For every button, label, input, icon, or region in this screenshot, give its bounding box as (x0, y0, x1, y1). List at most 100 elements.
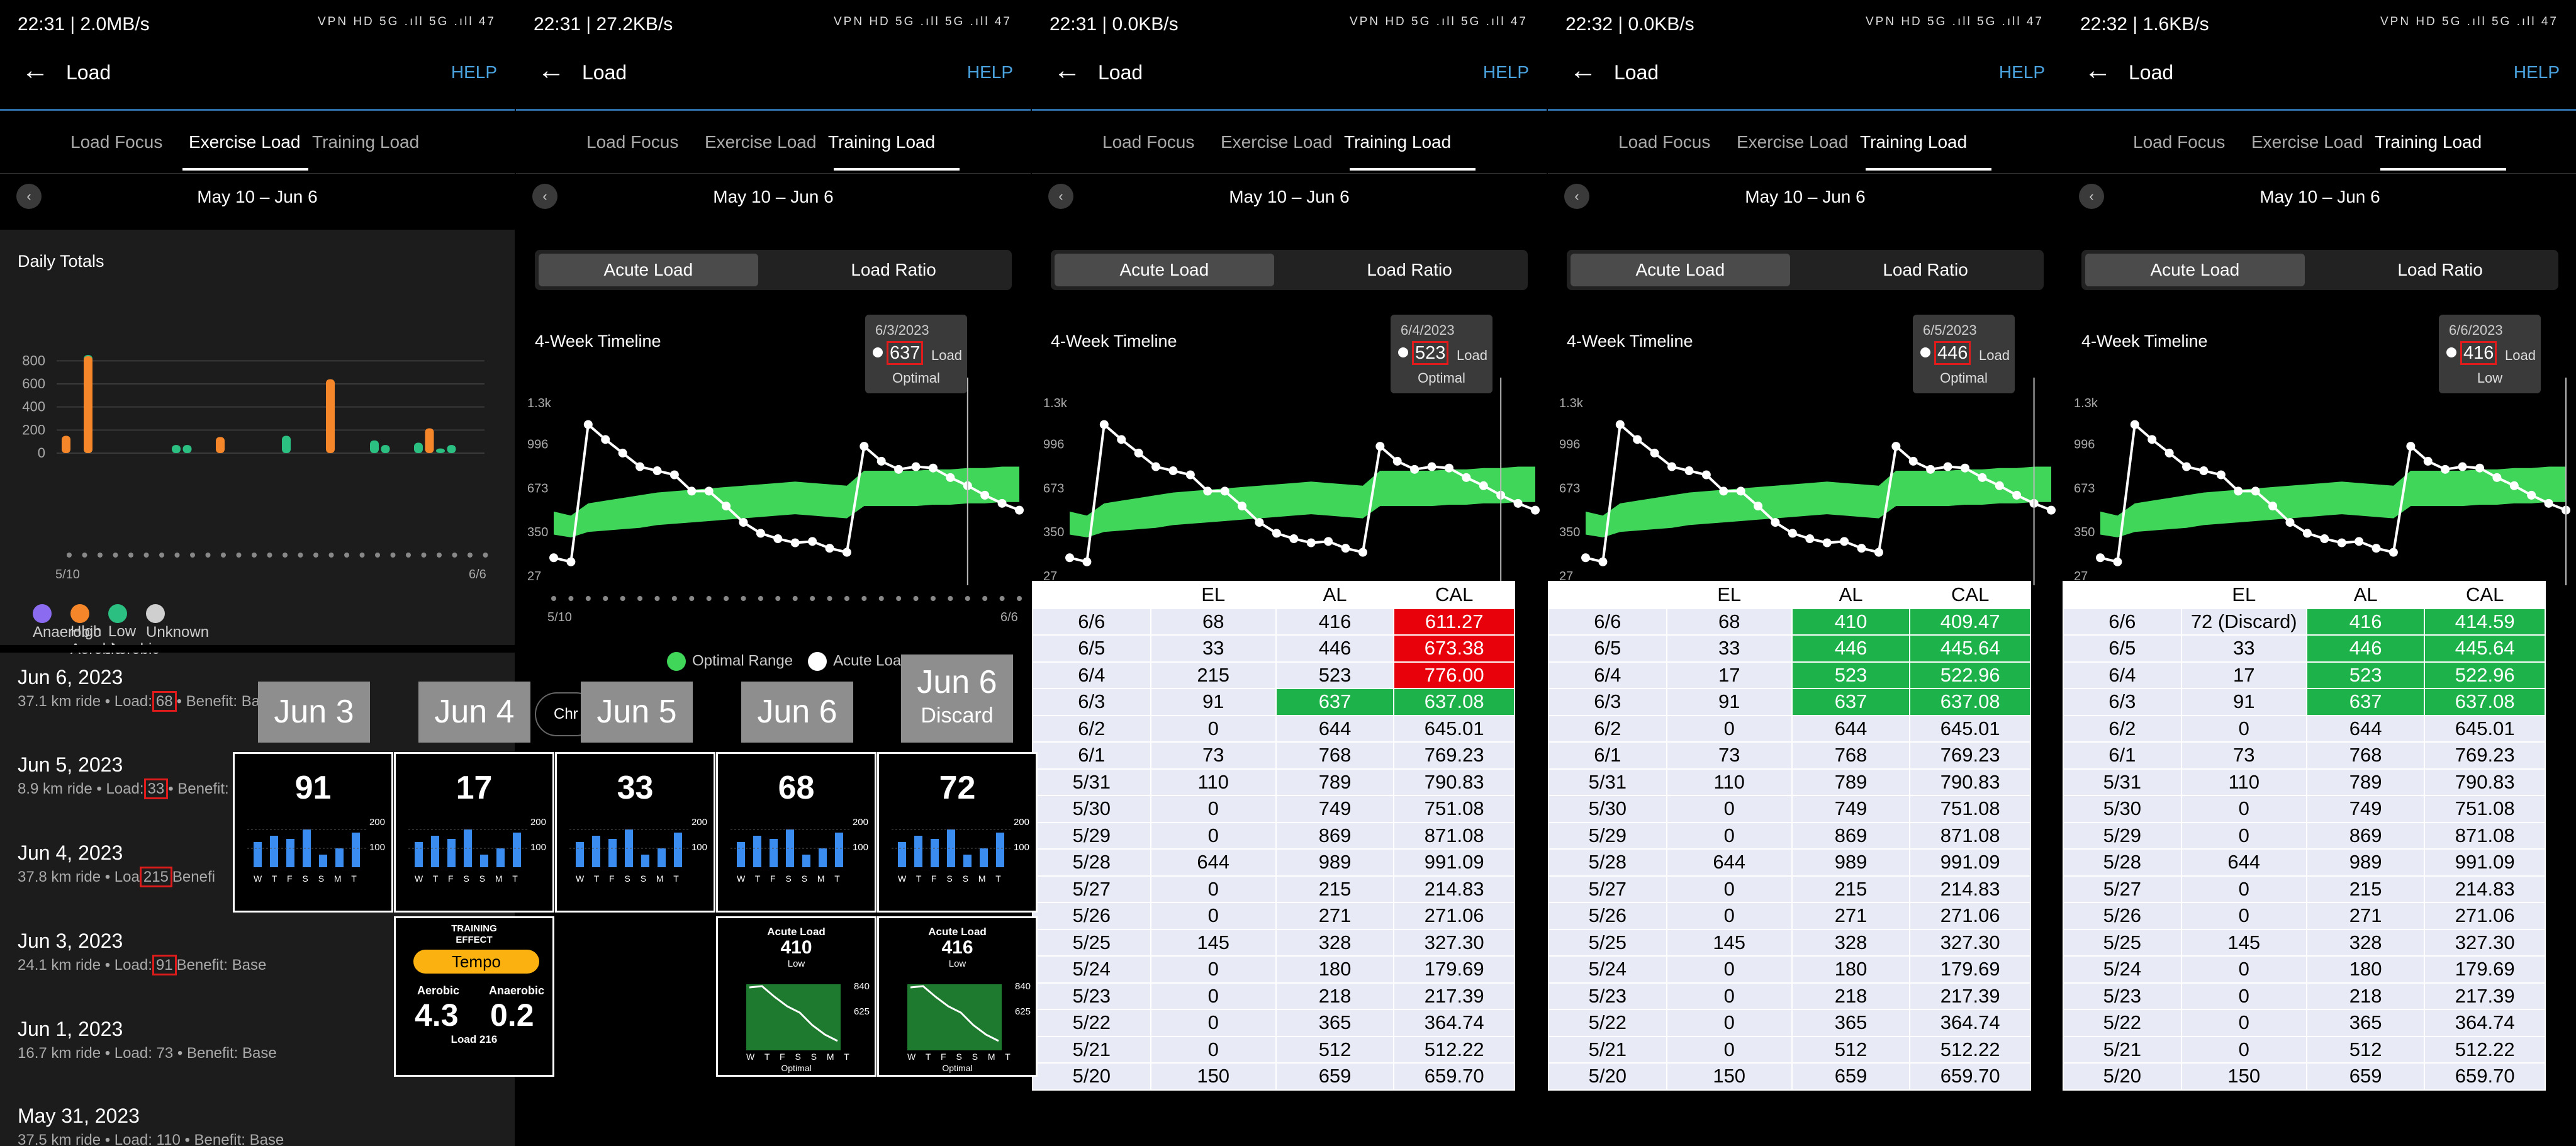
table-cell: 180 (2305, 955, 2426, 984)
tab-exercise-load[interactable]: Exercise Load (705, 132, 816, 152)
table-cell: 5/24 (1032, 955, 1151, 984)
activity-item[interactable]: Jun 3, 2023 24.1 km ride • Load: 91 Benefit… (18, 930, 266, 975)
activity-item[interactable]: Jun 6, 2023 37.1 km ride • Load: 68 • Benef… (18, 666, 267, 712)
table-row: 5/27 0 215 214.83 (1032, 875, 1515, 903)
weekly-bar (898, 842, 906, 867)
help-button[interactable]: HELP (967, 62, 1013, 82)
overlay-discard: Discard (921, 704, 994, 727)
activity-summary: 8.9 km ride • Load: 33 • Benefit: (18, 778, 229, 799)
tab-load-focus[interactable]: Load Focus (1102, 132, 1194, 152)
acute-load-point (739, 518, 748, 527)
table-cell: 991.09 (1909, 848, 2031, 877)
load-ratio-toggle[interactable]: Load Ratio (1811, 254, 2040, 286)
legend-item: High Aerobic (70, 604, 121, 658)
tooltip-value: 416 (2460, 341, 2497, 365)
tab-training-load[interactable]: Training Load (2375, 132, 2482, 152)
acute-load-point (2441, 464, 2450, 474)
back-arrow-icon[interactable]: ← (2084, 57, 2112, 84)
tab-load-focus[interactable]: Load Focus (2133, 132, 2225, 152)
help-button[interactable]: HELP (1999, 62, 2045, 82)
table-cell: 5/30 (1032, 795, 1151, 823)
load-ratio-toggle[interactable]: Load Ratio (779, 254, 1008, 286)
activity-item[interactable]: Jun 4, 2023 37.8 km ride • Loa 215 Benefi (18, 841, 215, 887)
date-range: May 10 – Jun 6 (1745, 187, 1866, 206)
table-cell: 5/27 (1032, 875, 1151, 903)
acute-load-toggle[interactable]: Acute Load (539, 254, 758, 286)
axis-dot (421, 553, 427, 558)
tab-training-load[interactable]: Training Load (312, 132, 419, 152)
load-ratio-toggle[interactable]: Load Ratio (1295, 254, 1524, 286)
app-header: ← Load HELP (2063, 55, 2576, 93)
screenshot-collage: 22:31 | 2.0MB/s VPN HD 5G .ıll 5G .ıll 47… (0, 0, 2576, 1146)
acute-load-point (2047, 505, 2056, 515)
back-arrow-icon[interactable]: ← (537, 57, 565, 84)
header-divider (516, 109, 1031, 111)
tab-exercise-load[interactable]: Exercise Load (1737, 132, 1848, 152)
tab-divider (2063, 173, 2576, 174)
tab-training-load[interactable]: Training Load (1344, 132, 1451, 152)
tab-load-focus[interactable]: Load Focus (1618, 132, 1710, 152)
table-cell: 0 (1666, 1009, 1793, 1037)
table-cell: 5/22 (2063, 1009, 2182, 1037)
date-range-row: ‹ May 10 – Jun 6 (516, 184, 1031, 211)
timeline-legend: Optimal Range Acute Load (661, 652, 910, 671)
watch-face: 68 200 100 W T F S S M T (716, 752, 876, 913)
acute-load-point (2423, 456, 2433, 466)
table-cell: 145 (1150, 928, 1277, 957)
activity-item[interactable]: Jun 1, 2023 16.7 km ride • Load: 73 • Ben… (18, 1018, 277, 1062)
te-anaerobic-value: 0.2 (490, 997, 534, 1033)
acute-load-point (1615, 420, 1625, 429)
acute-load-toggle[interactable]: Acute Load (2085, 254, 2305, 286)
header-divider (2063, 109, 2576, 111)
help-button[interactable]: HELP (1483, 62, 1529, 82)
activity-prefix: 8.9 km ride • Load: (18, 780, 144, 797)
acute-load-point (980, 490, 990, 500)
help-button[interactable]: HELP (2514, 62, 2560, 82)
activity-prefix: 24.1 km ride • Load: (18, 957, 152, 974)
axis-dot (328, 553, 334, 558)
activity-item[interactable]: Jun 5, 2023 8.9 km ride • Load: 33 • Benefi… (18, 753, 229, 799)
table-cell: 5/27 (1548, 875, 1667, 903)
load-ratio-toggle[interactable]: Load Ratio (2326, 254, 2555, 286)
table-cell: 446 (1275, 634, 1395, 663)
table-cell: 637.08 (1909, 688, 2031, 716)
tab-exercise-load[interactable]: Exercise Load (2251, 132, 2363, 152)
table-header-row: EL AL CAL (1548, 581, 2031, 609)
table-row: 5/24 0 180 179.69 (1548, 955, 2031, 984)
acute-load-point (601, 435, 610, 444)
overlay-date-label: Jun 4 (418, 682, 530, 743)
back-arrow-icon[interactable]: ← (21, 57, 49, 84)
table-cell: 446 (2305, 634, 2426, 663)
legend-dot-acute (808, 652, 827, 671)
axis-dot (375, 553, 380, 558)
app-header: ← Load HELP (1548, 55, 2063, 93)
tab-training-load[interactable]: Training Load (828, 132, 935, 152)
acute-load-point (1874, 548, 1883, 557)
tab-bar: Load Focus Exercise Load Training Load (0, 123, 515, 172)
help-button[interactable]: HELP (451, 62, 497, 82)
acute-load-point (1238, 502, 1247, 511)
acute-load-toggle[interactable]: Acute Load (1055, 254, 1274, 286)
tab-load-focus[interactable]: Load Focus (70, 132, 162, 152)
tooltip-label: Load (931, 347, 962, 363)
tab-exercise-load[interactable]: Exercise Load (1221, 132, 1332, 152)
table-cell: 869 (1275, 821, 1395, 850)
table-row: 5/25 145 328 327.30 (1032, 928, 1515, 957)
activity-date: Jun 1, 2023 (18, 1018, 123, 1040)
table-cell: 769.23 (1909, 741, 2031, 770)
scale-mid: 100 (1013, 842, 1029, 853)
table-cell: 512.22 (1909, 1035, 2031, 1064)
back-arrow-icon[interactable]: ← (1053, 57, 1081, 84)
activity-prefix: 37.5 km ride • Load: 110 • Benefit: Base (18, 1132, 284, 1146)
acute-load-toggle[interactable]: Acute Load (1571, 254, 1790, 286)
back-arrow-icon[interactable]: ← (1569, 57, 1597, 84)
activity-item[interactable]: May 31, 2023 37.5 km ride • Load: 110 • B… (18, 1104, 284, 1146)
tab-training-load[interactable]: Training Load (1860, 132, 1967, 152)
tooltip-value: 637 (887, 341, 924, 365)
tab-load-focus[interactable]: Load Focus (586, 132, 678, 152)
acute-load-point (2388, 548, 2398, 557)
tab-exercise-load[interactable]: Exercise Load (189, 132, 300, 152)
acute-load-point (1822, 538, 1832, 548)
table-cell: 6/1 (1032, 741, 1151, 770)
acute-load-point (1358, 548, 1367, 557)
